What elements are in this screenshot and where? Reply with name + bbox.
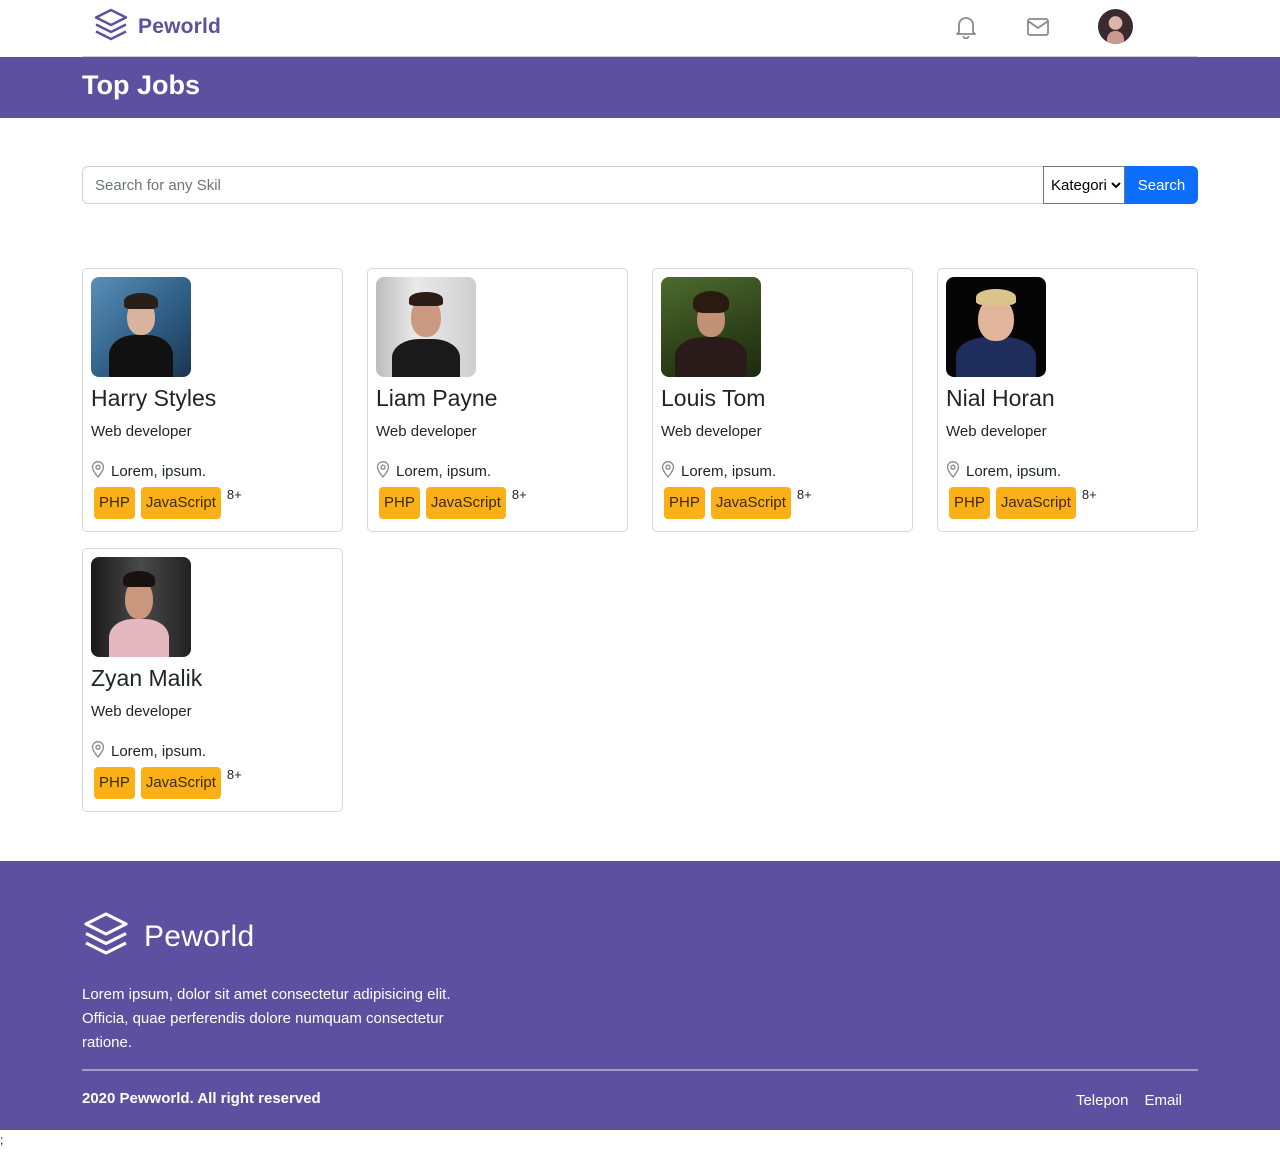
footer-description: Lorem ipsum, dolor sit amet consectetur … [82, 986, 451, 1051]
more-skills-count: 8+ [796, 487, 812, 502]
footer-brand: Peworld [82, 911, 254, 962]
skill-badge: PHP [94, 487, 135, 519]
card-role: Web developer [661, 423, 762, 440]
talent-card[interactable]: Nial Horan Web developer Lorem, ipsum. P… [937, 268, 1198, 532]
card-name: Zyan Malik [91, 665, 203, 691]
page-header: Top Jobs [0, 57, 1280, 118]
location-text: Lorem, ipsum. [681, 463, 777, 480]
map-pin-icon [946, 461, 960, 482]
talent-card[interactable]: Zyan Malik Web developer Lorem, ipsum. P… [82, 548, 343, 812]
more-skills-count: 8+ [226, 767, 242, 782]
navbar: Peworld [0, 0, 1280, 57]
footer-brand-name: Peworld [144, 919, 255, 953]
map-pin-icon [661, 461, 675, 482]
more-skills-count: 8+ [511, 487, 527, 502]
skill-list: PHP JavaScript 8+ [379, 487, 527, 519]
search-input[interactable] [82, 166, 1043, 204]
talent-card[interactable]: Liam Payne Web developer Lorem, ipsum. P… [367, 268, 628, 532]
card-name: Louis Tom [661, 385, 766, 411]
profile-photo [661, 277, 761, 377]
profile-photo [946, 277, 1046, 377]
bell-icon[interactable] [953, 14, 979, 40]
skill-badge: JavaScript [995, 487, 1076, 519]
brand-logo[interactable]: Peworld [93, 8, 221, 46]
skill-badge: PHP [949, 487, 990, 519]
talent-card[interactable]: Harry Styles Web developer Lorem, ipsum.… [82, 268, 343, 532]
user-avatar[interactable] [1098, 9, 1133, 44]
skill-badge: JavaScript [710, 487, 791, 519]
card-location: Lorem, ipsum. [91, 461, 206, 482]
profile-photo [376, 277, 476, 377]
layers-logo-icon [93, 8, 129, 47]
card-role: Web developer [946, 423, 1047, 440]
email-link[interactable]: Email [1144, 1092, 1182, 1109]
card-role: Web developer [91, 423, 192, 440]
mail-icon[interactable] [1025, 14, 1051, 40]
profile-photo [91, 557, 191, 657]
card-name: Harry Styles [91, 385, 217, 411]
skill-badge: JavaScript [425, 487, 506, 519]
card-name: Liam Payne [376, 385, 498, 411]
layers-logo-icon [82, 911, 130, 962]
skill-list: PHP JavaScript 8+ [949, 487, 1097, 519]
skill-badge: JavaScript [140, 767, 221, 799]
profile-photo [91, 277, 191, 377]
skill-list: PHP JavaScript 8+ [94, 487, 242, 519]
search-button[interactable]: Search [1125, 166, 1198, 204]
card-location: Lorem, ipsum. [91, 741, 206, 762]
card-name: Nial Horan [946, 385, 1055, 411]
search-bar: Kategori Search [82, 166, 1198, 204]
more-skills-count: 8+ [226, 487, 242, 502]
card-role: Web developer [91, 703, 192, 720]
page-title: Top Jobs [82, 70, 200, 100]
location-text: Lorem, ipsum. [966, 463, 1062, 480]
location-text: Lorem, ipsum. [111, 463, 207, 480]
brand-name: Peworld [138, 15, 222, 38]
map-pin-icon [91, 741, 105, 762]
skill-badge: PHP [94, 767, 135, 799]
card-role: Web developer [376, 423, 477, 440]
talent-card[interactable]: Louis Tom Web developer Lorem, ipsum. PH… [652, 268, 913, 532]
telepon-link[interactable]: Telepon [1076, 1092, 1129, 1109]
location-text: Lorem, ipsum. [396, 463, 492, 480]
skill-list: PHP JavaScript 8+ [664, 487, 812, 519]
card-location: Lorem, ipsum. [946, 461, 1061, 482]
footer: Peworld Lorem ipsum, dolor sit amet cons… [0, 861, 1280, 1130]
location-text: Lorem, ipsum. [111, 743, 207, 760]
card-location: Lorem, ipsum. [376, 461, 491, 482]
category-select[interactable]: Kategori [1043, 166, 1125, 204]
more-skills-count: 8+ [1081, 487, 1097, 502]
footer-divider [82, 1069, 1198, 1071]
skill-badge: PHP [664, 487, 705, 519]
stray-text: ; [0, 1133, 4, 1147]
skill-badge: PHP [379, 487, 420, 519]
skill-list: PHP JavaScript 8+ [94, 767, 242, 799]
map-pin-icon [91, 461, 105, 482]
card-location: Lorem, ipsum. [661, 461, 776, 482]
skill-badge: JavaScript [140, 487, 221, 519]
copyright-text: 2020 Pewworld. All right reserved [82, 1090, 321, 1107]
map-pin-icon [376, 461, 390, 482]
footer-links: Telepon Email [1076, 1092, 1182, 1109]
